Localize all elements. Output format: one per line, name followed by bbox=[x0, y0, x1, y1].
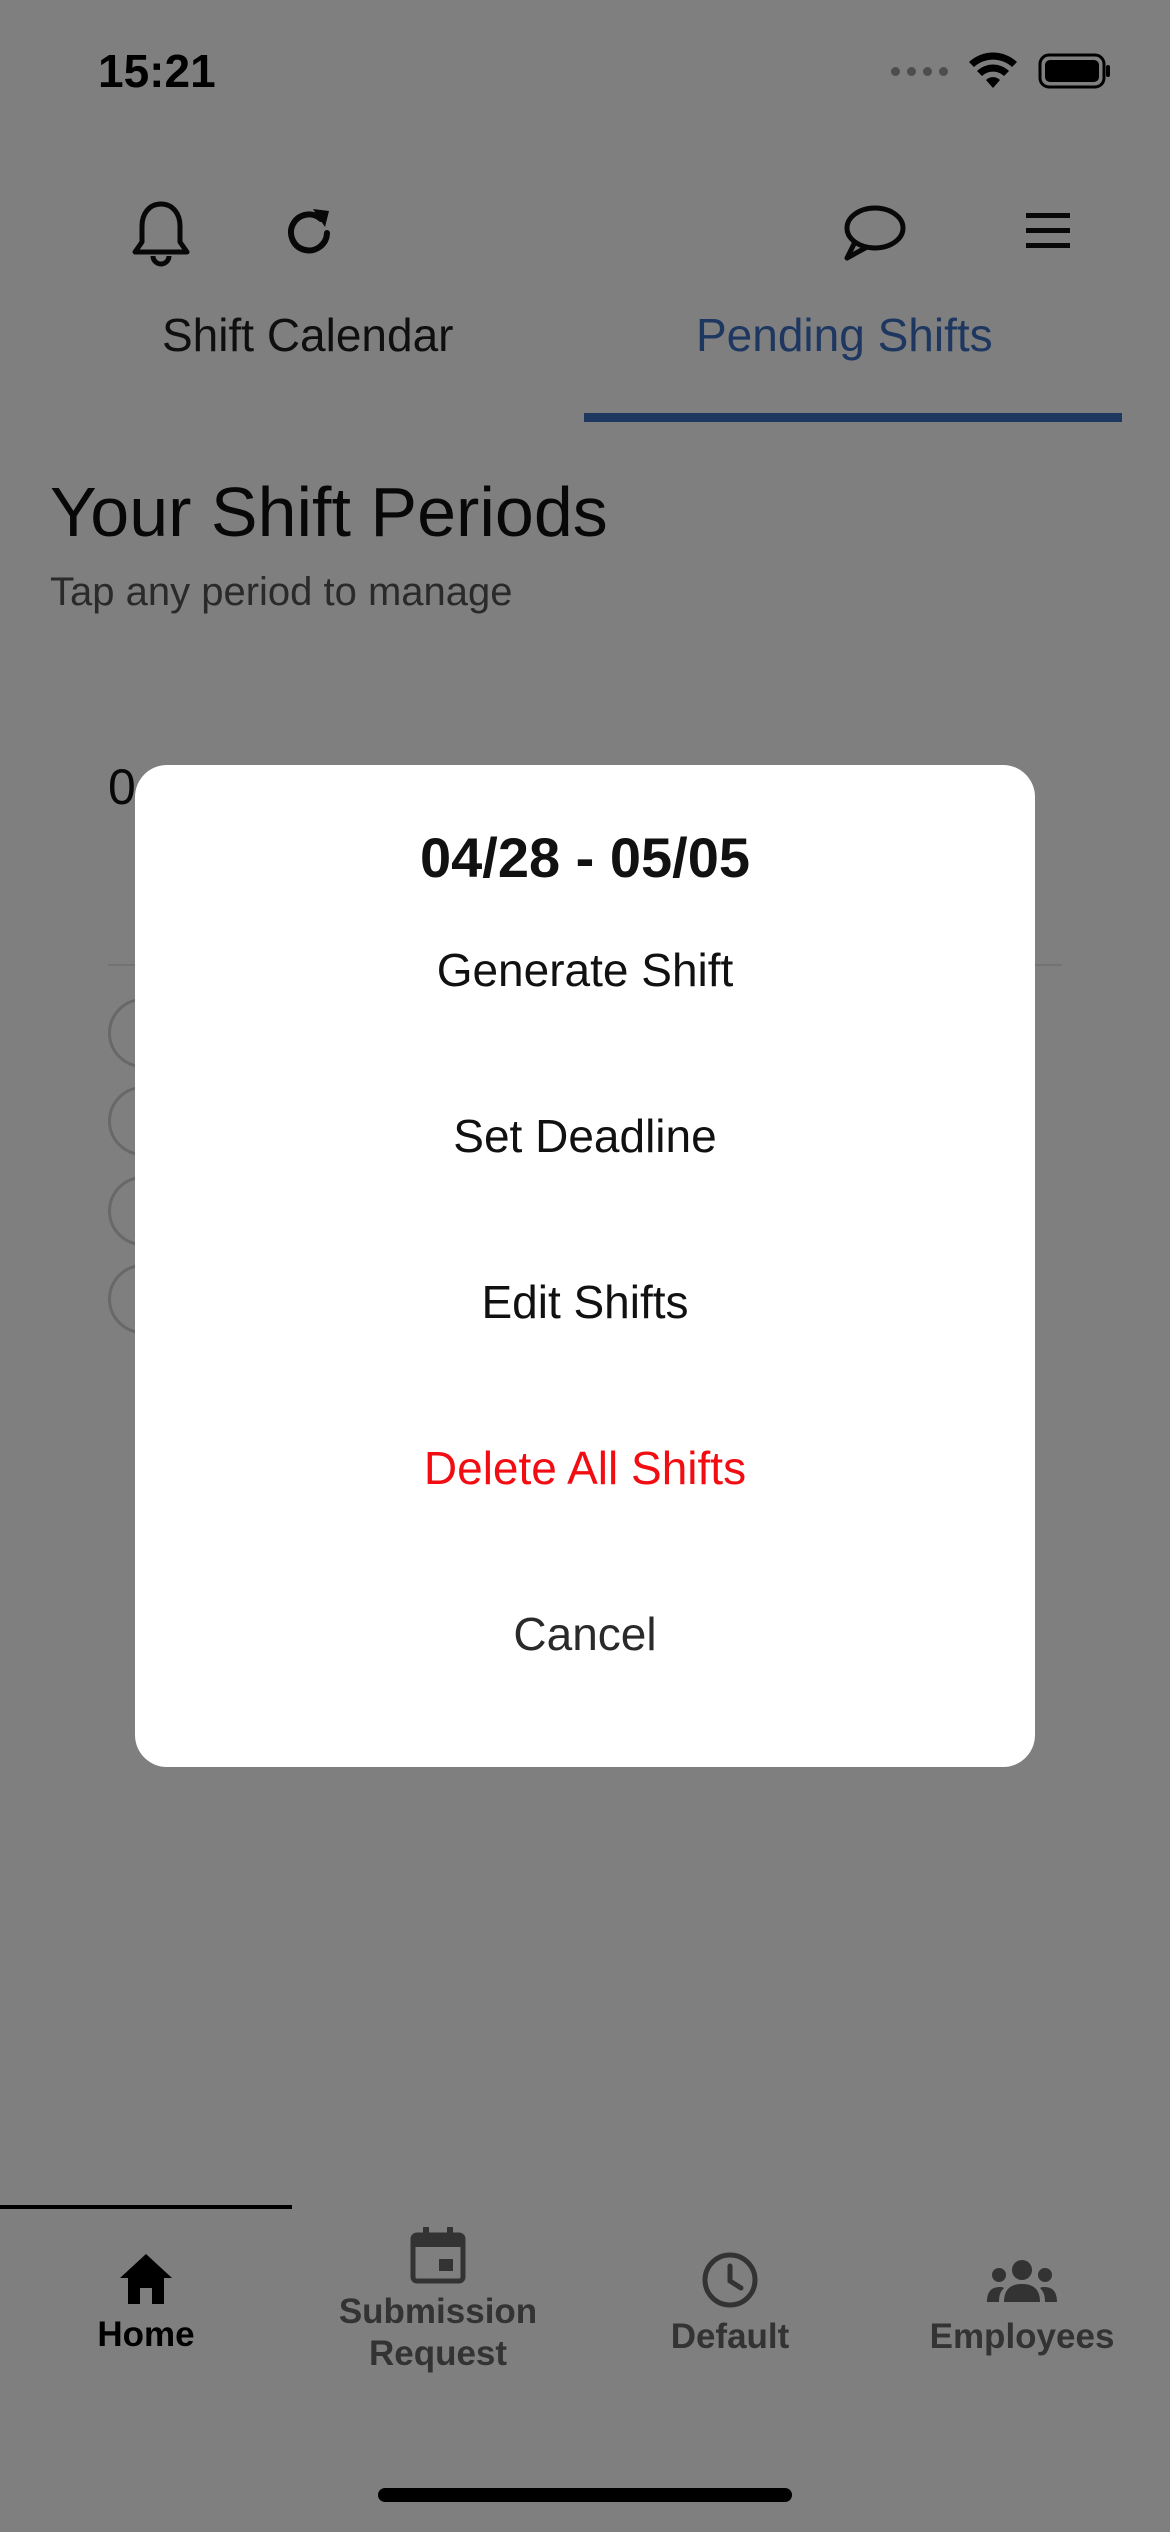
cancel-button[interactable]: Cancel bbox=[135, 1607, 1035, 1661]
delete-all-shifts-button[interactable]: Delete All Shifts bbox=[135, 1441, 1035, 1495]
generate-shift-button[interactable]: Generate Shift bbox=[135, 943, 1035, 997]
period-actions-dialog: 04/28 - 05/05 Generate Shift Set Deadlin… bbox=[135, 765, 1035, 1767]
dialog-title: 04/28 - 05/05 bbox=[419, 826, 751, 889]
set-deadline-button[interactable]: Set Deadline bbox=[135, 1109, 1035, 1163]
edit-shifts-button[interactable]: Edit Shifts bbox=[135, 1275, 1035, 1329]
